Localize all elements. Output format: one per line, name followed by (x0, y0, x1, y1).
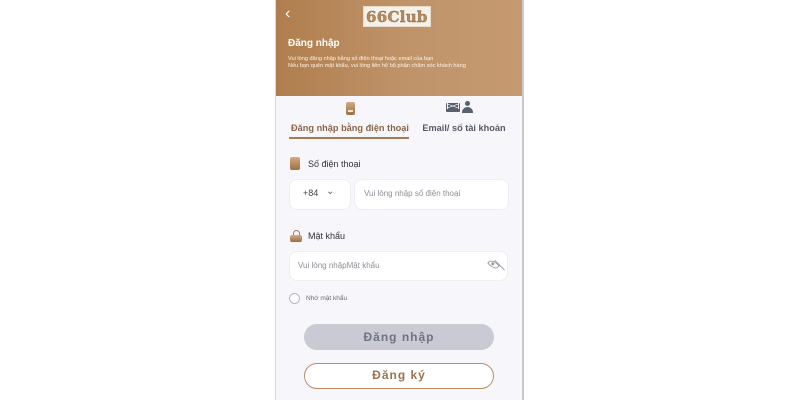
back-icon[interactable]: ‹ (285, 5, 290, 23)
password-input[interactable]: Vui lòng nhậpMật khẩu (290, 252, 507, 280)
app-logo: 66Club (363, 6, 431, 27)
phone-icon (346, 102, 355, 115)
tab-phone-login[interactable]: Đăng nhập bằng điện thoại (286, 98, 414, 142)
login-screen: ‹ 66Club Đăng nhập Vui lòng đăng nhập bằ… (275, 0, 524, 400)
country-code-select[interactable]: +84 ⌄ (290, 180, 350, 209)
remember-password-checkbox[interactable]: Nhớ mật khẩu (289, 293, 347, 304)
user-icon (462, 101, 473, 113)
phone-label-text: Số điện thoại (308, 158, 361, 169)
password-placeholder: Vui lòng nhậpMật khẩu (298, 261, 380, 270)
register-button[interactable]: Đăng ký (304, 363, 494, 389)
phone-field-label: Số điện thoại (290, 157, 361, 170)
chevron-down-icon: ⌄ (326, 186, 335, 197)
tab-phone-label: Đăng nhập bằng điện thoại (291, 123, 409, 133)
remember-label: Nhớ mật khẩu (306, 295, 348, 302)
password-field-label: Mật khẩu (290, 230, 346, 242)
country-code-value: +84 (303, 188, 319, 198)
page-description: Vui lòng đăng nhập bằng số điện thoại ho… (288, 56, 466, 69)
remember-radio[interactable] (289, 293, 300, 304)
phone-placeholder: Vui lòng nhập số điện thoại (364, 189, 461, 198)
password-label-text: Mật khẩu (308, 230, 346, 241)
login-button[interactable]: Đăng nhập (304, 324, 494, 350)
tab-email-label: Email/ số tài khoản (422, 123, 506, 133)
login-header: ‹ 66Club Đăng nhập Vui lòng đăng nhập bằ… (276, 0, 522, 96)
logo-text: 66Club (366, 7, 428, 26)
page-title: Đăng nhập (288, 38, 340, 49)
login-method-tabs: Đăng nhập bằng điện thoại Email/ số tài … (276, 98, 522, 142)
tab-email-login[interactable]: Email/ số tài khoản (414, 98, 514, 142)
phone-icon (290, 157, 300, 170)
active-tab-indicator (289, 137, 409, 139)
mail-icon (446, 103, 460, 112)
lock-icon (290, 230, 302, 242)
phone-input[interactable]: Vui lòng nhập số điện thoại (355, 180, 508, 209)
